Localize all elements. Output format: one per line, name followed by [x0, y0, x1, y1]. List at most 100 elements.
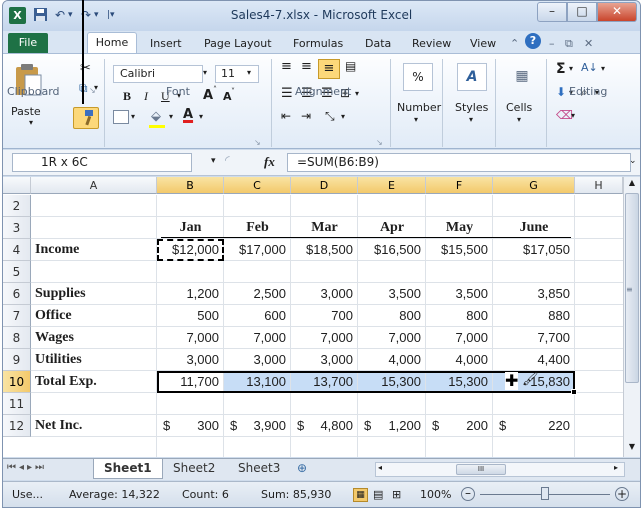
wrap-text-icon[interactable]: ▤ [345, 59, 356, 73]
cell-a5[interactable] [31, 261, 157, 283]
font-name-combo[interactable]: Calibri [113, 65, 203, 83]
cell-c7[interactable]: 600 [224, 305, 291, 327]
cell-c8[interactable]: 7,000 [224, 327, 291, 349]
decrease-indent-icon[interactable]: ⇤ [281, 109, 291, 123]
clipboard-launcher-icon[interactable]: ↘ [89, 86, 96, 95]
cell-g11[interactable] [493, 393, 575, 415]
column-header-b[interactable]: B [157, 177, 224, 194]
fill-handle[interactable] [571, 389, 577, 395]
cell-b7[interactable]: 500 [157, 305, 224, 327]
row-header-9[interactable]: 9 [3, 349, 31, 371]
cell-a4[interactable]: Income [31, 239, 157, 261]
minimize-ribbon-icon[interactable]: ⌃ [510, 35, 519, 52]
cell-b8[interactable]: 7,000 [157, 327, 224, 349]
row-header-3[interactable]: 3 [3, 217, 31, 239]
row-header-10[interactable]: 10 [3, 371, 31, 393]
cell-f6[interactable]: 3,500 [426, 283, 493, 305]
workbook-restore-icon[interactable]: ⧉ [565, 35, 573, 52]
column-header-h[interactable]: H [575, 177, 623, 194]
row-header-12[interactable]: 12 [3, 415, 31, 437]
row-header-6[interactable]: 6 [3, 283, 31, 305]
zoom-in-icon[interactable]: + [615, 487, 629, 501]
cell-f5[interactable] [426, 261, 493, 283]
number-dropdown-icon[interactable]: ▾ [414, 115, 418, 124]
tab-data[interactable]: Data [365, 35, 391, 52]
bottom-align-button[interactable]: ≡ [318, 59, 340, 79]
cells-button[interactable]: Cells [506, 101, 532, 114]
workbook-minimize-icon[interactable]: – [549, 35, 555, 52]
tab-sheet3[interactable]: Sheet3 [228, 459, 290, 479]
sort-filter-dropdown-icon[interactable]: ▾ [601, 64, 605, 73]
cell-a10[interactable]: Total Exp. [31, 371, 157, 393]
cell-d2[interactable] [291, 195, 358, 217]
vertical-scrollbar[interactable]: ▲ ≡ ▼ [623, 177, 640, 457]
font-launcher-icon[interactable]: ↘ [254, 138, 261, 147]
cell-f2[interactable] [426, 195, 493, 217]
cell-f11[interactable] [426, 393, 493, 415]
cell-d3[interactable]: Mar [291, 217, 358, 239]
fill-color-dropdown-icon[interactable]: ▾ [169, 112, 173, 121]
tab-page-layout[interactable]: Page Layout [204, 35, 272, 52]
font-name-dropdown-icon[interactable]: ▾ [203, 68, 207, 77]
cell-e2[interactable] [358, 195, 426, 217]
bold-button[interactable]: B [123, 89, 131, 104]
name-box-dropdown-icon[interactable]: ▾ [211, 156, 216, 166]
cell-f7[interactable]: 800 [426, 305, 493, 327]
alignment-launcher-icon[interactable]: ↘ [376, 138, 383, 147]
font-size-combo[interactable]: 11 [215, 65, 259, 83]
row-header-4[interactable]: 4 [3, 239, 31, 261]
horizontal-scrollbar[interactable]: ◂ III ▸ [375, 462, 625, 477]
name-box[interactable]: 1R x 6C [12, 153, 192, 172]
cell-e5[interactable] [358, 261, 426, 283]
cell-b6[interactable]: 1,200 [157, 283, 224, 305]
cell-f9[interactable]: 4,000 [426, 349, 493, 371]
normal-view-button[interactable]: ▦ [353, 488, 368, 502]
increase-indent-icon[interactable]: ⇥ [301, 109, 311, 123]
cell-d9[interactable]: 3,000 [291, 349, 358, 371]
cell-d8[interactable]: 7,000 [291, 327, 358, 349]
cell-f4[interactable]: $15,500 [426, 239, 493, 261]
tab-insert[interactable]: Insert [150, 35, 182, 52]
cell-g6[interactable]: 3,850 [493, 283, 575, 305]
maximize-button[interactable]: □ [567, 2, 597, 22]
cell-g9[interactable]: 4,400 [493, 349, 575, 371]
cell-e8[interactable]: 7,000 [358, 327, 426, 349]
cell-a11[interactable] [31, 393, 157, 415]
page-layout-view-icon[interactable]: ▤ [373, 488, 383, 501]
number-button[interactable]: Number [397, 101, 441, 114]
fill-icon[interactable]: ⬇ [556, 85, 566, 99]
cell-c5[interactable] [224, 261, 291, 283]
scroll-up-icon[interactable]: ▲ [626, 178, 638, 190]
format-painter-button[interactable] [73, 107, 99, 129]
styles-icon[interactable]: A [457, 63, 487, 91]
help-icon[interactable]: ? [525, 33, 541, 49]
row-header-5[interactable]: 5 [3, 261, 31, 283]
tab-review[interactable]: Review [412, 35, 451, 52]
cell-e4[interactable]: $16,500 [358, 239, 426, 261]
cell-b11[interactable] [157, 393, 224, 415]
scroll-right-icon[interactable]: ▸ [614, 463, 618, 472]
borders-icon[interactable] [113, 110, 129, 124]
cell-b3[interactable]: Jan [157, 217, 224, 239]
cell-e6[interactable]: 3,500 [358, 283, 426, 305]
column-header-c[interactable]: C [224, 177, 291, 194]
worksheet-grid[interactable]: A B C D E F G H ▲ ≡ ▼ 2 3 Jan Feb Mar Apr May J… [3, 177, 640, 457]
cell-d4[interactable]: $18,500 [291, 239, 358, 261]
minimize-button[interactable]: – [537, 2, 567, 22]
cell-c4[interactable]: $17,000 [224, 239, 291, 261]
row-header-11[interactable]: 11 [3, 393, 31, 415]
orientation-icon[interactable]: ⤡ [325, 109, 335, 124]
cell-c2[interactable] [224, 195, 291, 217]
horizontal-scroll-thumb[interactable]: III [456, 464, 506, 475]
cell-f3[interactable]: May [426, 217, 493, 239]
borders-dropdown-icon[interactable]: ▾ [131, 112, 135, 121]
sheet-nav-icons[interactable]: ⏮◂▸⏭ [7, 462, 47, 473]
cell-e9[interactable]: 4,000 [358, 349, 426, 371]
align-left-icon[interactable]: ☰ [281, 86, 293, 101]
font-color-button[interactable]: A [183, 107, 193, 122]
select-all-corner[interactable] [3, 177, 31, 194]
cell-d12[interactable]: $4,800 [291, 415, 358, 437]
formula-input[interactable]: =SUM(B6:B9) [287, 153, 631, 172]
cell-d5[interactable] [291, 261, 358, 283]
tab-sheet1[interactable]: Sheet1 [93, 459, 163, 479]
